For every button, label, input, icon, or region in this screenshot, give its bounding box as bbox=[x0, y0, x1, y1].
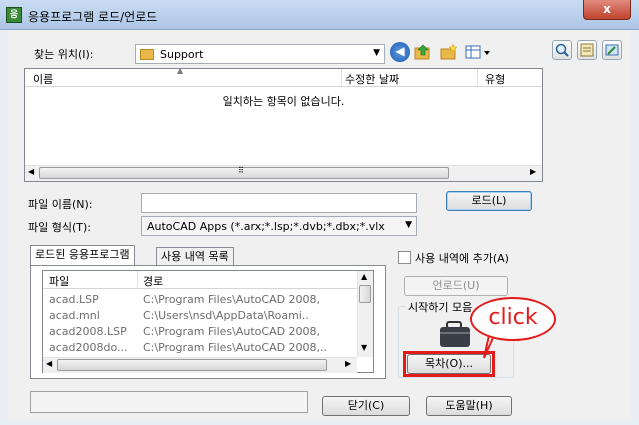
table-row-path[interactable]: C:\Program Files\AutoCAD 2008, bbox=[143, 293, 355, 306]
lookin-label: 찾는 위치(I): bbox=[34, 48, 94, 61]
close-button[interactable]: 닫기(C) bbox=[322, 396, 410, 416]
loaded-apps-list[interactable]: 파일 경로 acad.LSP C:\Program Files\AutoCAD … bbox=[42, 270, 374, 373]
scroll-up-icon[interactable]: ▲ bbox=[361, 272, 367, 281]
lookin-combo[interactable]: Support ▼ bbox=[135, 44, 385, 64]
column-divider bbox=[137, 271, 138, 288]
back-icon[interactable]: ◀ bbox=[390, 42, 410, 62]
filetype-combo[interactable]: AutoCAD Apps (*.arx;*.lsp;*.dvb;*.dbx;*.… bbox=[141, 216, 417, 236]
add-history-label[interactable]: 사용 내역에 추가(A) bbox=[415, 250, 509, 266]
column-header-type[interactable]: 유형 bbox=[485, 71, 505, 87]
click-callout: click bbox=[470, 297, 556, 341]
chevron-down-icon: ▼ bbox=[405, 220, 412, 230]
column-header-path[interactable]: 경로 bbox=[143, 273, 163, 289]
tool-icon[interactable] bbox=[602, 40, 622, 60]
column-divider bbox=[477, 69, 478, 86]
filetype-label: 파일 형식(T): bbox=[28, 221, 91, 234]
column-divider bbox=[341, 69, 342, 86]
lookin-value: Support bbox=[160, 48, 204, 61]
load-button[interactable]: 로드(L) bbox=[446, 191, 532, 211]
find-icon[interactable] bbox=[552, 40, 572, 60]
empty-message: 일치하는 항목이 없습니다. bbox=[222, 95, 345, 108]
up-folder-icon[interactable] bbox=[414, 44, 432, 60]
loaded-list-hscrollbar[interactable]: ◀ ▶ bbox=[43, 357, 357, 373]
add-history-checkbox[interactable] bbox=[398, 251, 411, 264]
table-row-file[interactable]: acad2008do... bbox=[49, 341, 137, 354]
app-icon: 응 bbox=[6, 7, 22, 23]
help-button[interactable]: 도움말(H) bbox=[426, 396, 512, 416]
title-bar: 응 응용프로그램 로드/언로드 x bbox=[0, 0, 639, 30]
filename-label: 파일 이름(N): bbox=[28, 198, 93, 211]
loaded-list-header: 파일 경로 bbox=[43, 271, 357, 289]
loaded-list-vscrollbar[interactable]: ▲ ▼ bbox=[357, 271, 373, 357]
table-row-file[interactable]: acad2008.LSP bbox=[49, 325, 137, 338]
file-list[interactable]: 이름 ▲ 수정한 날짜 유형 일치하는 항목이 없습니다. ◀ ⠿ ▶ bbox=[24, 66, 543, 182]
scroll-down-icon[interactable]: ▼ bbox=[361, 343, 367, 352]
hscroll-thumb[interactable] bbox=[57, 359, 327, 371]
table-row-path[interactable]: C:\Program Files\AutoCAD 2008, bbox=[143, 325, 355, 338]
table-row-file[interactable]: acad.mnl bbox=[49, 309, 137, 322]
grip-icon: ⠿ bbox=[238, 166, 244, 175]
scroll-right-icon[interactable]: ▶ bbox=[345, 359, 351, 368]
chevron-down-icon: ▼ bbox=[373, 48, 380, 58]
column-header-date[interactable]: 수정한 날짜 bbox=[345, 71, 399, 87]
table-row-path[interactable]: C:\Users\nsd\AppData\Roami.. bbox=[143, 309, 355, 322]
window-title: 응용프로그램 로드/언로드 bbox=[28, 10, 158, 24]
scroll-right-icon[interactable]: ▶ bbox=[530, 167, 536, 176]
table-row-path[interactable]: C:\Program Files\AutoCAD 2008,.. bbox=[143, 341, 355, 354]
unload-button[interactable]: 언로드(U) bbox=[404, 276, 508, 296]
column-header-name[interactable]: 이름 bbox=[33, 71, 53, 87]
tab-history[interactable]: 사용 내역 목록 bbox=[156, 247, 234, 267]
new-folder-icon[interactable] bbox=[440, 43, 458, 60]
file-list-header: 이름 ▲ 수정한 날짜 유형 bbox=[25, 66, 542, 87]
close-icon[interactable]: x bbox=[583, 0, 631, 20]
folder-icon bbox=[140, 49, 154, 60]
filetype-value: AutoCAD Apps (*.arx;*.lsp;*.dvb;*.dbx;*.… bbox=[147, 220, 385, 233]
briefcase-icon bbox=[437, 320, 473, 348]
scroll-left-icon[interactable]: ◀ bbox=[46, 359, 52, 368]
table-row-file[interactable]: acad.LSP bbox=[49, 293, 137, 306]
status-field bbox=[30, 391, 308, 413]
scroll-left-icon[interactable]: ◀ bbox=[28, 167, 34, 176]
vscroll-thumb[interactable] bbox=[359, 285, 371, 303]
filename-input[interactable] bbox=[141, 193, 417, 213]
properties-icon[interactable] bbox=[577, 40, 597, 60]
sort-icon: ▲ bbox=[177, 66, 184, 75]
file-list-hscrollbar[interactable]: ◀ ⠿ ▶ bbox=[25, 165, 542, 181]
view-menu-icon[interactable] bbox=[465, 44, 495, 60]
tab-loaded-apps[interactable]: 로드된 응용프로그램 bbox=[30, 245, 135, 265]
hscroll-thumb[interactable]: ⠿ bbox=[39, 166, 449, 179]
column-header-file[interactable]: 파일 bbox=[49, 273, 69, 289]
